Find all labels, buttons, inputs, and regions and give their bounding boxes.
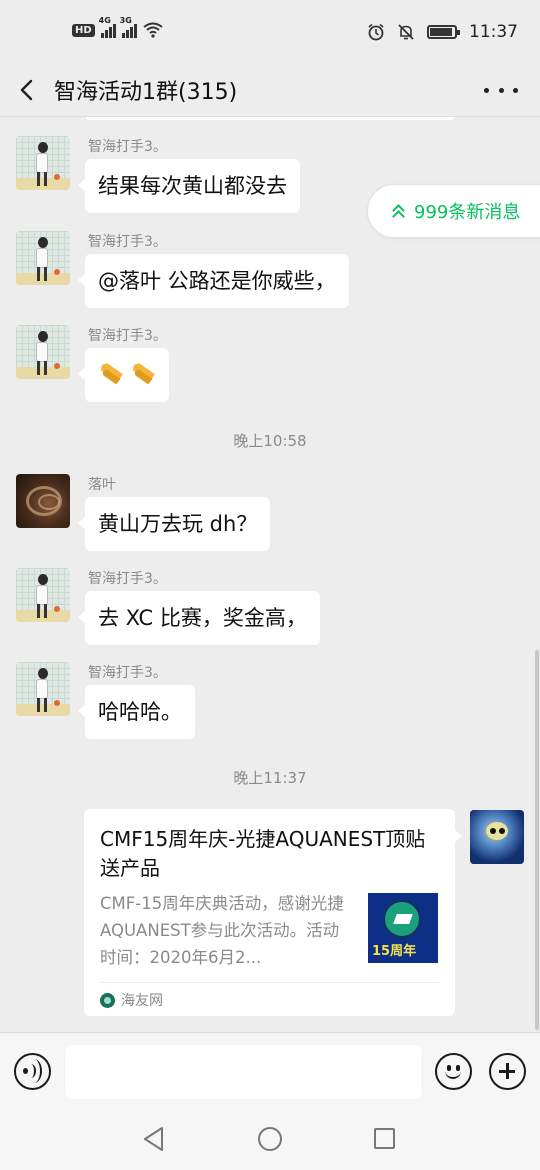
sender-name: 落叶 <box>88 477 116 493</box>
status-bar: HD 4G 3G 11:37 <box>0 0 540 66</box>
link-card-description: CMF-15周年庆典活动，感谢光捷AQUANEST参与此次活动。活动时间：202… <box>100 894 344 967</box>
player-avatar[interactable] <box>16 231 70 285</box>
message-bubble[interactable] <box>78 348 169 402</box>
hd-icon: HD <box>72 23 95 37</box>
status-indicators-left: HD 4G 3G <box>72 16 163 38</box>
bike-avatar[interactable] <box>16 474 70 528</box>
timestamp: 晚上11:37 <box>233 769 307 787</box>
status-indicators-right: 11:37 <box>367 22 518 42</box>
new-messages-label: 999条新消息 <box>414 202 521 223</box>
new-messages-button[interactable]: 999条新消息 <box>367 184 540 238</box>
double-chevron-up-icon <box>392 203 406 223</box>
card-divider <box>100 982 439 983</box>
sender-name: 智海打手3。 <box>88 665 167 681</box>
network-type-label: 3G <box>119 16 132 25</box>
input-bar <box>0 1032 540 1110</box>
message-input[interactable] <box>65 1045 421 1099</box>
self-avatar[interactable] <box>470 810 524 864</box>
sender-name: 智海打手3。 <box>88 328 167 344</box>
system-nav-bar <box>0 1110 540 1170</box>
link-card[interactable]: CMF15周年庆-光捷AQUANEST顶贴送产品 CMF-15周年庆典活动，感谢… <box>84 809 462 1016</box>
message-bubble[interactable]: 结果每次黄山都没去 <box>78 159 300 213</box>
nav-recents-icon[interactable] <box>374 1128 395 1149</box>
battery-icon <box>427 25 460 39</box>
message-bubble[interactable]: 哈哈哈。 <box>78 685 195 739</box>
signal-4g-icon: 4G <box>99 16 116 38</box>
message-bubble[interactable]: 去 XC 比赛，奖金高， <box>78 591 320 645</box>
chat-header: 智海活动1群(315) <box>0 66 540 114</box>
message-bubble[interactable]: 黄山万去玩 dh？ <box>77 497 271 551</box>
signal-3g-icon: 3G <box>120 16 137 38</box>
voice-icon[interactable] <box>14 1053 51 1090</box>
sender-name: 智海打手3。 <box>88 234 167 250</box>
chevron-left-icon[interactable] <box>14 76 42 104</box>
player-avatar[interactable] <box>16 325 70 379</box>
link-card-title: CMF15周年庆-光捷AQUANEST顶贴送产品 <box>100 827 426 880</box>
emoji-icon[interactable] <box>435 1053 472 1090</box>
chat-title: 智海活动1群(315) <box>54 80 238 105</box>
praying-hands-icon <box>98 361 156 387</box>
more-dots-icon[interactable] <box>484 76 518 104</box>
link-card-source: 海友网 <box>100 990 163 1010</box>
sender-name: 智海打手3。 <box>88 139 167 155</box>
thumbnail-text: 15周年 <box>372 944 417 959</box>
network-type-label: 4G <box>98 16 111 25</box>
player-avatar[interactable] <box>16 568 70 622</box>
previous-bubble-edge <box>86 117 454 120</box>
alarm-icon <box>368 23 384 41</box>
player-avatar[interactable] <box>16 136 70 190</box>
sender-name: 智海打手3。 <box>88 571 167 587</box>
scrollbar[interactable] <box>535 650 539 1030</box>
plus-icon[interactable] <box>489 1053 526 1090</box>
wifi-icon <box>143 22 163 38</box>
player-avatar[interactable] <box>16 662 70 716</box>
timestamp: 晚上10:58 <box>233 432 307 450</box>
nav-back-icon[interactable] <box>142 1126 166 1152</box>
message-bubble[interactable]: @落叶 公路还是你威些， <box>78 254 349 308</box>
link-card-thumbnail: 15周年 <box>368 893 438 963</box>
mute-icon <box>398 24 414 40</box>
clock: 11:37 <box>469 22 518 42</box>
source-label: 海友网 <box>121 993 163 1009</box>
nav-home-icon[interactable] <box>258 1127 282 1151</box>
source-logo-icon <box>100 992 115 1008</box>
